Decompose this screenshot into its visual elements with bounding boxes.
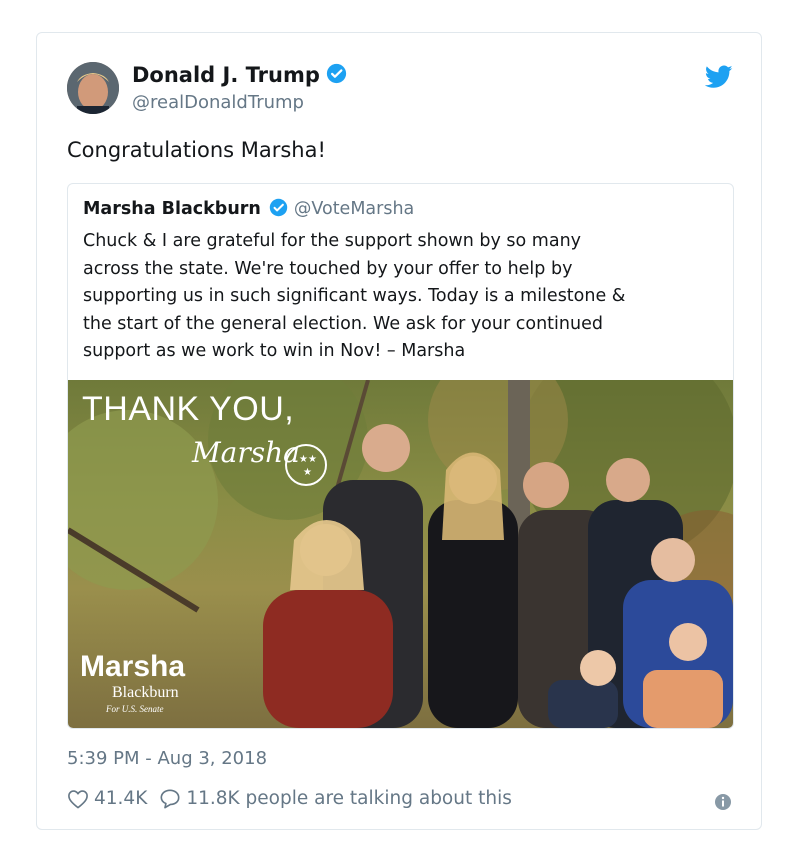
like-count: 41.4K [94, 788, 148, 809]
tweet-text: Congratulations Marsha! [67, 138, 326, 162]
author-handle[interactable]: @realDonaldTrump [132, 92, 304, 113]
campaign-logo-name: Marsha [80, 650, 186, 683]
twitter-bird-icon[interactable] [704, 65, 733, 89]
avatar[interactable] [67, 62, 119, 114]
speech-bubble-icon [160, 789, 180, 809]
author-display-name[interactable]: Donald J. Trump [132, 63, 347, 89]
info-icon[interactable] [714, 793, 732, 811]
quoted-text-line: supporting us in such significant ways. … [83, 286, 626, 307]
reply-count-text: 11.8K people are talking about this [186, 788, 512, 809]
quoted-tweet-text: Chuck & I are grateful for the support s… [83, 228, 733, 366]
quoted-text-line: the start of the general election. We as… [83, 313, 603, 334]
quoted-author-name[interactable]: Marsha Blackburn [83, 199, 261, 219]
quoted-author-handle[interactable]: @VoteMarsha [294, 199, 414, 219]
campaign-logo-surname: Blackburn [112, 684, 179, 701]
tweet-timestamp[interactable]: 5:39 PM - Aug 3, 2018 [67, 748, 267, 769]
image-signature: Marsha [192, 436, 300, 469]
embedded-tweet-card: Donald J. Trump @realDonaldTrump Congrat… [36, 32, 762, 830]
svg-text:★: ★ [299, 454, 308, 465]
reply-button[interactable]: 11.8K people are talking about this [159, 788, 512, 809]
author-name-text[interactable]: Donald J. Trump [132, 63, 320, 87]
quoted-text-line: support as we work to win in Nov! – Mars… [83, 341, 466, 362]
like-button[interactable]: 41.4K [67, 788, 147, 809]
svg-text:★: ★ [308, 454, 317, 465]
image-headline: THANK YOU, [82, 390, 295, 428]
quoted-text-line: Chuck & I are grateful for the support s… [83, 231, 582, 251]
tweet-actions: 41.4K 11.8K people are talking about thi… [67, 788, 512, 809]
quoted-tweet[interactable]: Marsha Blackburn @VoteMarsha Chuck & I ar… [67, 183, 734, 729]
svg-text:★: ★ [303, 467, 312, 478]
verified-badge-icon [269, 198, 288, 222]
quoted-author[interactable]: Marsha Blackburn @VoteMarsha [83, 198, 414, 222]
quoted-tweet-image[interactable]: ★ ★ ★ THANK YOU, Marsha Marsha Blackburn… [68, 380, 733, 728]
quoted-text-line: across the state. We're touched by your … [83, 258, 573, 279]
heart-icon [68, 789, 88, 808]
campaign-logo-tagline: For U.S. Senate [106, 704, 164, 714]
verified-badge-icon [326, 63, 347, 89]
